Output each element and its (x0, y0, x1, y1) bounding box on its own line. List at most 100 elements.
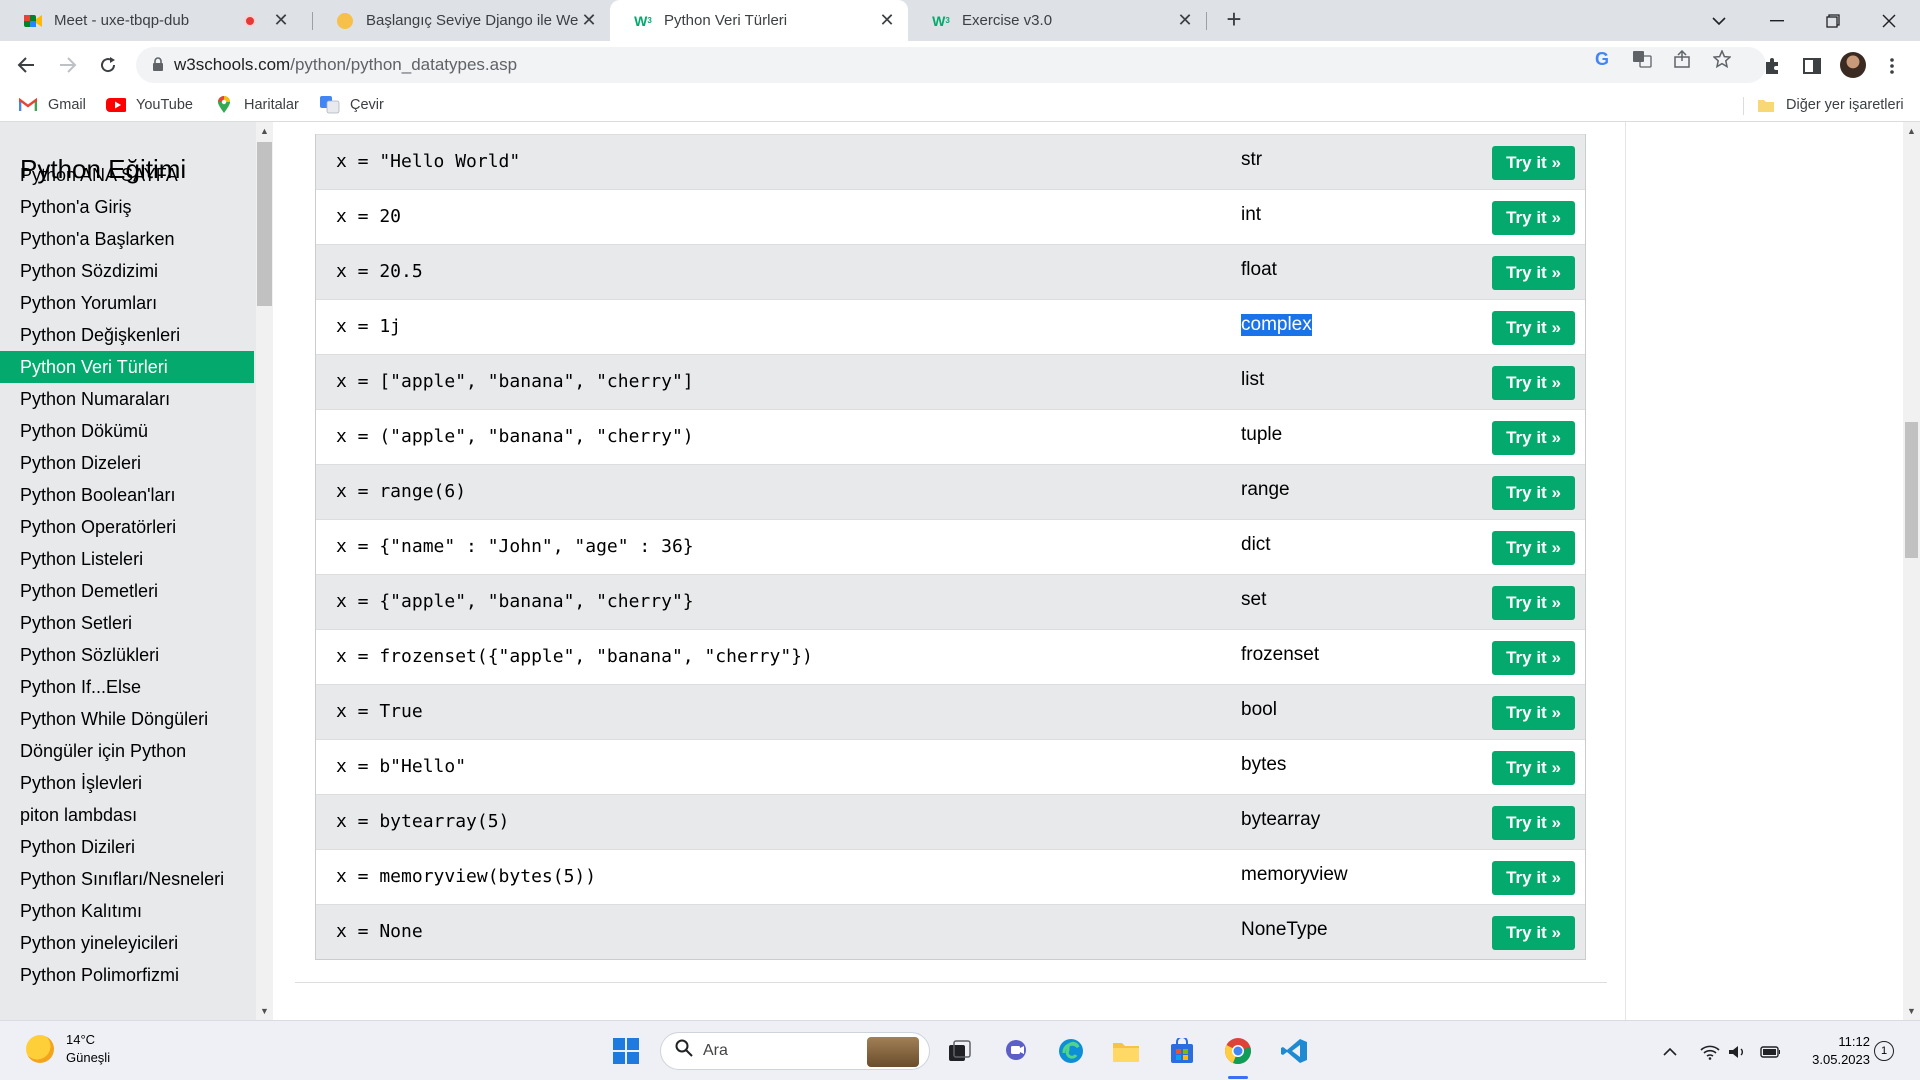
bookmark-youtube[interactable]: YouTube (106, 95, 193, 115)
sidebar-item[interactable]: Python Değişkenleri (0, 319, 254, 351)
sidebar-item[interactable]: Python ANA SAYFA (0, 159, 254, 191)
side-panel-icon[interactable] (1800, 54, 1824, 78)
sidebar-item[interactable]: Python Yorumları (0, 287, 254, 319)
start-button-icon[interactable] (610, 1035, 642, 1067)
try-it-button[interactable]: Try it » (1492, 806, 1575, 840)
scroll-down-arrow-icon[interactable]: ▼ (260, 1006, 269, 1016)
restore-icon[interactable] (1810, 0, 1856, 41)
file-explorer-icon[interactable] (1110, 1035, 1142, 1067)
sidebar-item[interactable]: Python İşlevleri (0, 767, 254, 799)
taskbar-search[interactable]: Ara (660, 1032, 930, 1070)
sidebar-item[interactable]: Python While Döngüleri (0, 703, 254, 735)
try-it-button[interactable]: Try it » (1492, 751, 1575, 785)
close-tab-icon[interactable]: ✕ (1174, 10, 1196, 31)
lock-icon[interactable] (152, 56, 164, 74)
bookmark-star-icon[interactable] (1710, 49, 1734, 69)
tab-search-icon[interactable] (1696, 0, 1742, 41)
back-icon[interactable] (10, 49, 42, 81)
extensions-icon[interactable] (1760, 54, 1784, 78)
menu-kebab-icon[interactable] (1880, 54, 1904, 78)
try-it-button[interactable]: Try it » (1492, 146, 1575, 180)
edge-icon[interactable] (1055, 1035, 1087, 1067)
maps-icon (214, 96, 234, 113)
new-tab-button[interactable]: + (1220, 6, 1248, 34)
sidebar-item[interactable]: Python'a Giriş (0, 191, 254, 223)
wifi-icon[interactable] (1700, 1042, 1720, 1062)
sidebar-item[interactable]: Python Operatörleri (0, 511, 254, 543)
notification-badge[interactable]: 1 (1874, 1041, 1894, 1061)
tab-django[interactable]: Başlangıç Seviye Django ile Web ✕ (312, 0, 610, 41)
translate-page-icon[interactable] (1630, 49, 1654, 69)
profile-avatar[interactable] (1840, 52, 1866, 78)
sidebar-item[interactable]: Python Boolean'ları (0, 479, 254, 511)
try-it-button[interactable]: Try it » (1492, 586, 1575, 620)
scroll-thumb[interactable] (257, 142, 272, 306)
try-it-button[interactable]: Try it » (1492, 476, 1575, 510)
task-view-icon[interactable] (944, 1035, 976, 1067)
scroll-down-arrow-icon[interactable]: ▼ (1907, 1006, 1916, 1016)
sidebar-item[interactable]: piton lambdası (0, 799, 254, 831)
try-it-button[interactable]: Try it » (1492, 311, 1575, 345)
try-it-button[interactable]: Try it » (1492, 641, 1575, 675)
teams-chat-icon[interactable] (1000, 1035, 1032, 1067)
try-it-button[interactable]: Try it » (1492, 916, 1575, 950)
minimize-icon[interactable] (1754, 0, 1800, 41)
try-it-button[interactable]: Try it » (1492, 696, 1575, 730)
bookmark-gmail[interactable]: Gmail (18, 95, 86, 115)
try-it-button[interactable]: Try it » (1492, 531, 1575, 565)
share-icon[interactable] (1670, 49, 1694, 69)
try-it-button[interactable]: Try it » (1492, 861, 1575, 895)
scroll-up-arrow-icon[interactable]: ▲ (1907, 126, 1916, 136)
system-clock[interactable]: 11:12 3.05.2023 (1800, 1033, 1870, 1069)
google-icon[interactable]: G (1590, 49, 1614, 69)
close-tab-icon[interactable]: ✕ (876, 10, 898, 31)
sun-icon (26, 1035, 54, 1063)
tab-meet[interactable]: Meet - uxe-tbqp-dub ✕ (0, 0, 302, 41)
sidebar-item[interactable]: Python yineleyicileri (0, 927, 254, 959)
chrome-icon[interactable] (1222, 1035, 1254, 1067)
sidebar-item[interactable]: Python Dizileri (0, 831, 254, 863)
scroll-thumb[interactable] (1905, 422, 1918, 558)
sidebar-item[interactable]: Python Demetleri (0, 575, 254, 607)
page-scrollbar[interactable]: ▲ ▼ (1903, 122, 1920, 1020)
try-it-button[interactable]: Try it » (1492, 201, 1575, 235)
sidebar-item[interactable]: Python Dökümü (0, 415, 254, 447)
speaker-icon[interactable] (1727, 1042, 1747, 1062)
battery-icon[interactable] (1760, 1042, 1780, 1062)
microsoft-store-icon[interactable] (1166, 1035, 1198, 1067)
try-it-button[interactable]: Try it » (1492, 256, 1575, 290)
close-tab-icon[interactable]: ✕ (270, 10, 292, 31)
try-it-button[interactable]: Try it » (1492, 421, 1575, 455)
close-window-icon[interactable] (1866, 0, 1912, 41)
try-it-button[interactable]: Try it » (1492, 366, 1575, 400)
bookmark-maps[interactable]: Haritalar (214, 95, 299, 115)
sidebar-item[interactable]: Python Setleri (0, 607, 254, 639)
sidebar-item[interactable]: Python Veri Türleri (0, 351, 254, 383)
sidebar-item[interactable]: Python Sözlükleri (0, 639, 254, 671)
other-bookmarks-folder[interactable]: Diğer yer işaretleri (1756, 95, 1904, 115)
sidebar-item[interactable]: Python Sınıfları/Nesneleri (0, 863, 254, 895)
close-tab-icon[interactable]: ✕ (578, 10, 600, 31)
forward-icon[interactable] (52, 49, 84, 81)
sidebar-item[interactable]: Python If...Else (0, 671, 254, 703)
vscode-icon[interactable] (1278, 1035, 1310, 1067)
scroll-up-arrow-icon[interactable]: ▲ (260, 126, 269, 136)
address-bar[interactable]: w3schools.com/python/python_datatypes.as… (136, 47, 1766, 83)
bookmark-translate[interactable]: Çevir (320, 95, 384, 115)
example-code: x = {"name" : "John", "age" : 36} (336, 536, 694, 557)
weather-widget[interactable]: 14°C Güneşli (26, 1031, 110, 1067)
chevron-up-icon[interactable] (1660, 1042, 1680, 1062)
sidebar-item[interactable]: Python Polimorfizmi (0, 959, 254, 991)
tab-exercise[interactable]: W3 Exercise v3.0 ✕ (908, 0, 1206, 41)
sidebar-item[interactable]: Python Listeleri (0, 543, 254, 575)
sidebar-item[interactable]: Python Kalıtımı (0, 895, 254, 927)
sidebar-item[interactable]: Python Dizeleri (0, 447, 254, 479)
sidebar-item[interactable]: Python Numaraları (0, 383, 254, 415)
sidebar-item[interactable]: Python Sözdizimi (0, 255, 254, 287)
reload-icon[interactable] (92, 49, 124, 81)
sidebar-scrollbar[interactable]: ▲ ▼ (256, 122, 273, 1020)
sidebar-item[interactable]: Python'a Başlarken (0, 223, 254, 255)
sidebar-item[interactable]: Döngüler için Python (0, 735, 254, 767)
tab-python-veri-turleri[interactable]: W3 Python Veri Türleri ✕ (610, 0, 908, 41)
site-icon (336, 12, 354, 30)
